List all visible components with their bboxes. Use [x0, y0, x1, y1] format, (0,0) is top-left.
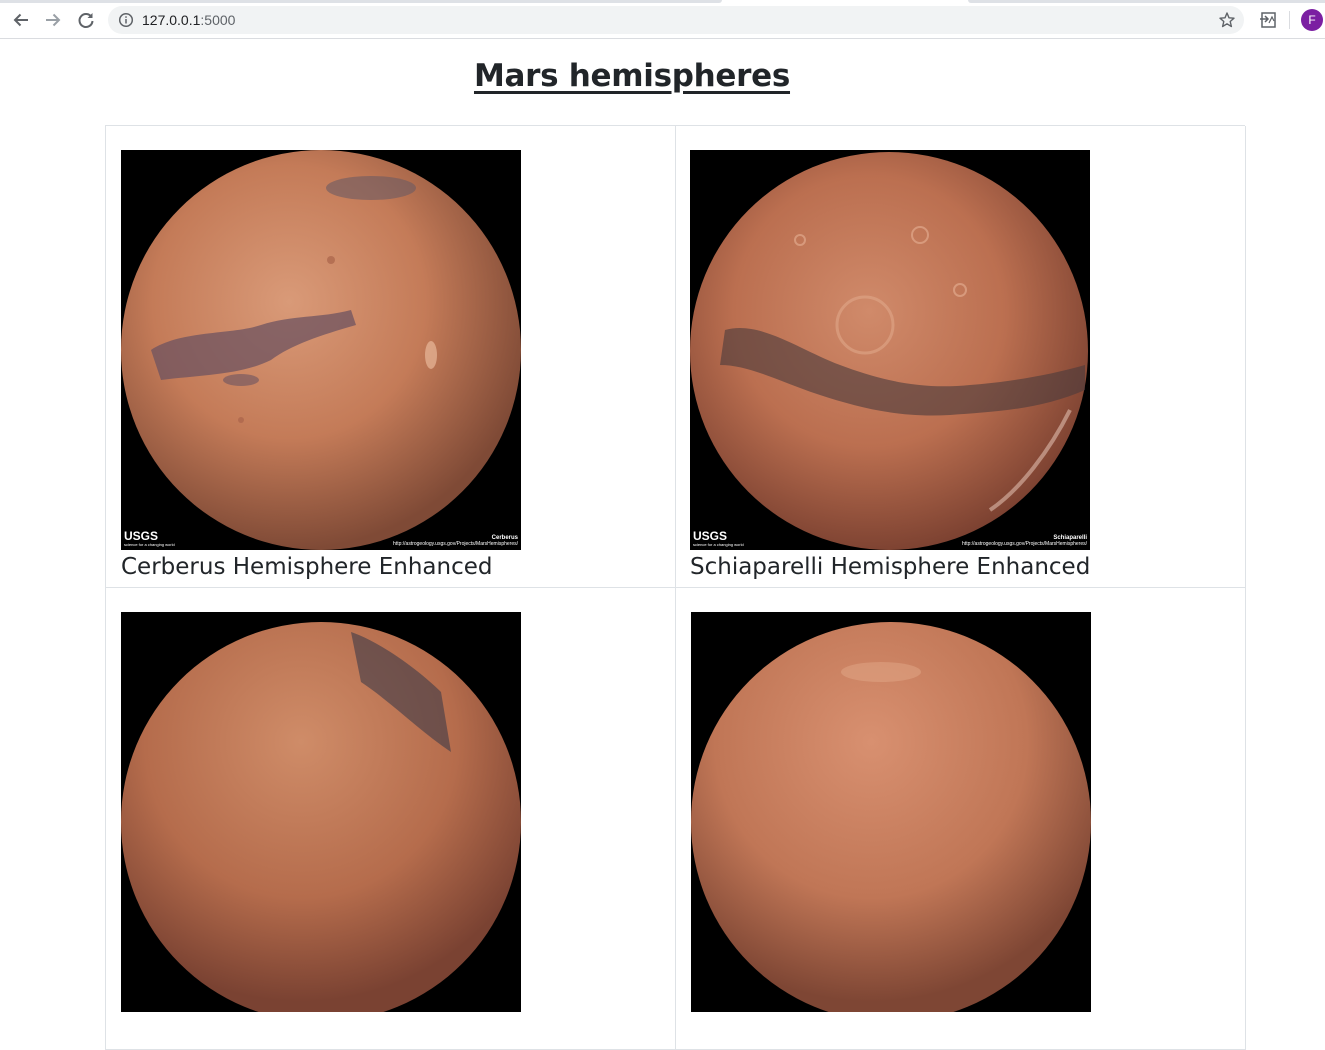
hemisphere-cell: USGS science for a changing world Schiapa… [675, 126, 1246, 588]
image-credit-url: http://astrogeology.usgs.gov/Projects/Ma… [393, 541, 518, 547]
tab-strip [0, 0, 722, 3]
tab-strip [968, 0, 1325, 3]
profile-avatar[interactable]: F [1301, 9, 1323, 31]
forward-button[interactable] [41, 8, 65, 32]
hemisphere-caption: Cerberus Hemisphere Enhanced [121, 554, 493, 580]
hemispheres-table: USGS science for a changing world Cerberu… [105, 125, 1246, 1050]
usgs-subtitle: science for a changing world [124, 542, 175, 547]
image-credit: Cerberus http://astrogeology.usgs.gov/Pro… [393, 535, 518, 547]
mars-globe-valles [691, 622, 1091, 1012]
mars-globe-syrtis [121, 622, 521, 1012]
mars-globe-schiaparelli [690, 152, 1088, 550]
usgs-logo: USGS science for a changing world [124, 530, 175, 547]
hemisphere-caption: Schiaparelli Hemisphere Enhanced [690, 554, 1091, 580]
star-icon[interactable] [1218, 11, 1236, 29]
reload-icon [78, 13, 94, 28]
image-credit-url: http://astrogeology.usgs.gov/Projects/Ma… [962, 541, 1087, 547]
hemisphere-cell: USGS science for a changing world Cerberu… [106, 126, 676, 588]
info-icon[interactable] [118, 12, 134, 28]
usgs-logo: USGS science for a changing world [693, 530, 744, 547]
reload-button[interactable] [74, 8, 98, 32]
usgs-brand: USGS [124, 529, 159, 543]
usgs-brand: USGS [693, 529, 728, 543]
hemisphere-image[interactable]: USGS science for a changing world Schiapa… [690, 150, 1090, 550]
back-button[interactable] [9, 8, 33, 32]
hemisphere-image[interactable]: USGS science for a changing world Cerberu… [121, 150, 521, 550]
hemisphere-image[interactable] [691, 612, 1091, 1012]
url-host: 127.0.0.1 [142, 12, 201, 28]
page-title: Mars hemispheres [473, 58, 791, 94]
mars-globe-cerberus [121, 150, 521, 550]
address-bar[interactable]: 127.0.0.1:5000 [108, 6, 1244, 34]
hemisphere-cell [676, 588, 1246, 1050]
url-port: :5000 [200, 12, 236, 28]
image-credit: Schiaparelli http://astrogeology.usgs.gov… [962, 535, 1087, 547]
hemisphere-cell [106, 588, 676, 1050]
extension-icon[interactable] [1258, 10, 1278, 30]
browser-toolbar: 127.0.0.1:5000 F [0, 0, 1325, 39]
hemisphere-image[interactable] [121, 612, 521, 1012]
forward-arrow-icon [46, 13, 61, 27]
url-text[interactable]: 127.0.0.1:5000 [142, 11, 235, 29]
back-arrow-icon [13, 13, 28, 27]
toolbar-divider [1289, 11, 1290, 29]
usgs-subtitle: science for a changing world [693, 542, 744, 547]
